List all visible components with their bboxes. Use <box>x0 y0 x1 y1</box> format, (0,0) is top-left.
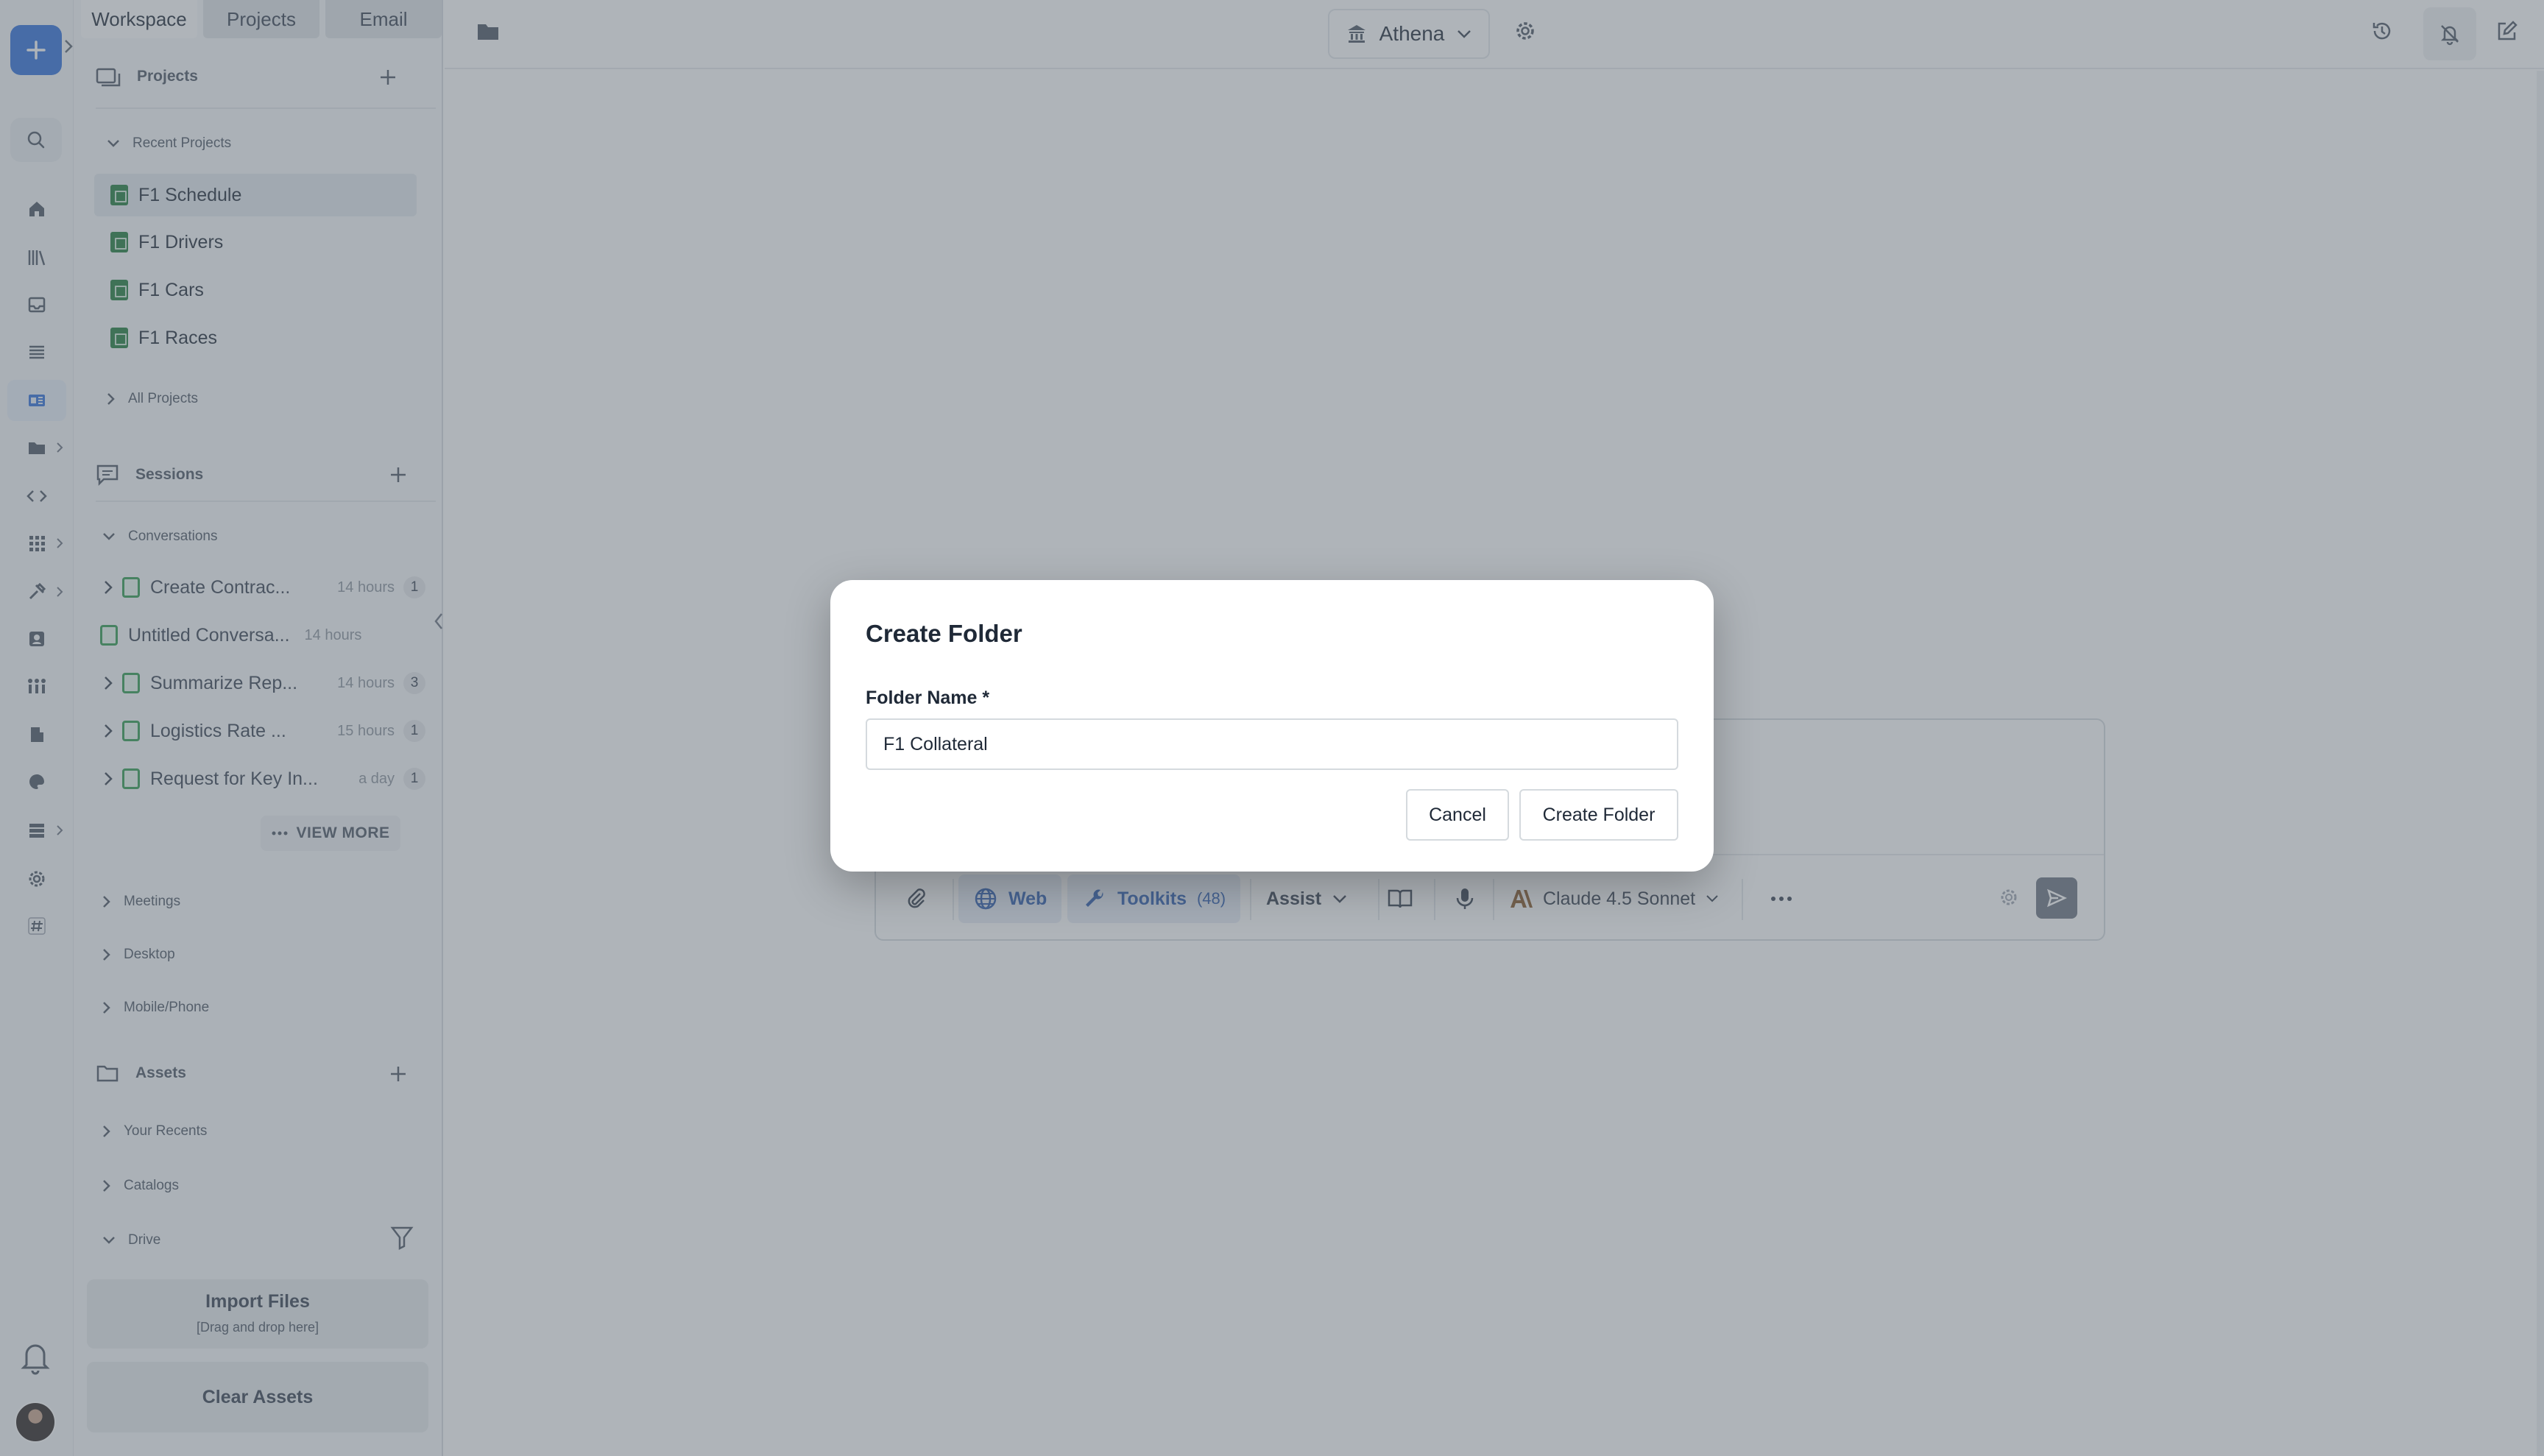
dialog-title: Create Folder <box>866 620 1022 647</box>
create-folder-button[interactable]: Create Folder <box>1519 789 1678 841</box>
folder-name-label: Folder Name * <box>866 688 990 708</box>
create-folder-dialog: Create Folder Folder Name * Cancel Creat… <box>830 580 1714 872</box>
folder-name-input[interactable] <box>866 718 1678 770</box>
cancel-button[interactable]: Cancel <box>1406 789 1509 841</box>
